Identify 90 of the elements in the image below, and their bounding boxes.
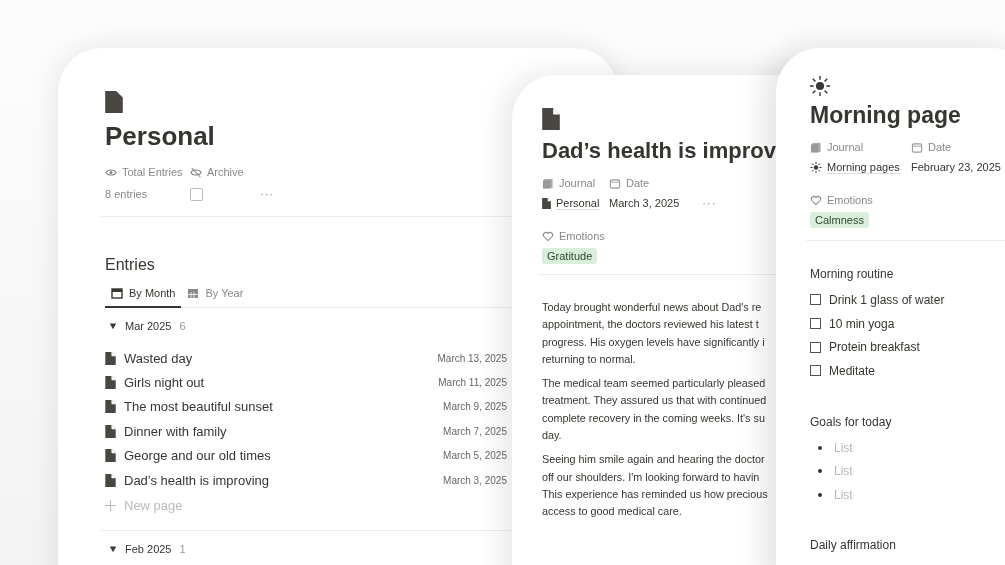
body-text-line: treatment. They assured us that with continued	[542, 393, 767, 409]
property-label: Date	[928, 141, 952, 153]
journal-icon	[810, 141, 822, 153]
group-label: Mar 2025	[125, 320, 172, 332]
expanded-triangle-icon[interactable]	[109, 322, 117, 330]
eye-icon	[105, 166, 117, 178]
section-heading: Daily affirmation	[810, 537, 897, 552]
todo-checkbox[interactable]	[810, 341, 821, 353]
heart-icon	[542, 230, 554, 242]
body-text-line: appointment, the doctors reviewed his latest t	[542, 317, 759, 333]
page-icon	[105, 473, 116, 487]
page-icon	[542, 197, 551, 209]
page-icon	[105, 400, 116, 414]
entry-title[interactable]: George and our old times	[124, 448, 444, 464]
page-icon	[105, 91, 123, 113]
entry-title[interactable]: Dad’s health is improving	[124, 472, 444, 488]
section-title: Entries	[105, 255, 155, 275]
view-tab[interactable]: By Month	[105, 283, 182, 308]
entry-date: March 13, 2025	[437, 352, 507, 364]
entry-title[interactable]: The most beautiful sunset	[124, 399, 444, 415]
section-heading: Morning routine	[810, 267, 895, 281]
page-icon	[105, 376, 116, 390]
more-button[interactable]: ···	[260, 188, 290, 200]
body-text-line: The medical team seemed particularly pleased	[542, 376, 766, 392]
calendar-icon	[911, 141, 923, 153]
entry-date: March 11, 2025	[438, 377, 507, 389]
property-label: Journal	[827, 141, 864, 153]
body-text-line: Today brought wonderful news about Dad's re	[542, 300, 762, 315]
emotion-tag: Gratitude	[542, 248, 598, 264]
view-tab[interactable]: By Year	[181, 283, 250, 308]
crossed-eye-icon	[190, 166, 202, 178]
journal-link[interactable]: Morning pages	[827, 160, 900, 174]
body-text-line: Seeing him smile again and hearing the doctor	[542, 452, 765, 468]
entry-date: March 7, 2025	[443, 425, 507, 437]
entry-title[interactable]: Girls night out	[124, 375, 439, 391]
journal-link[interactable]: Personal	[556, 196, 600, 210]
todo-checkbox[interactable]	[810, 365, 821, 377]
more-button[interactable]: ···	[702, 197, 717, 209]
page-title: Morning page	[810, 101, 961, 130]
sun-icon	[810, 76, 830, 96]
journal-icon	[542, 177, 554, 189]
body-text-line: complete recovery in the coming weeks. It's su	[542, 410, 765, 426]
property-label: Total Entries	[122, 166, 183, 178]
property-label: Journal	[559, 177, 596, 189]
date-value: March 3, 2025	[609, 197, 680, 209]
group-label: Feb 2025	[125, 543, 172, 556]
section-heading: Goals for today	[810, 414, 893, 429]
todo-label: Meditate	[829, 363, 876, 378]
heart-icon	[810, 194, 822, 206]
date-value: February 23, 2025	[911, 161, 1002, 173]
body-text-line: This experience has reminded us how precious	[542, 486, 768, 502]
calendar-grid-icon	[187, 287, 200, 299]
page-icon	[105, 351, 116, 365]
body-text-line: access to good medical care.	[542, 504, 682, 520]
entry-title[interactable]: Wasted day	[124, 350, 438, 366]
todo-label: Drink 1 glass of water	[829, 292, 945, 307]
page-icon	[105, 424, 116, 438]
body-text-line: day.	[542, 428, 562, 444]
group-count: 6	[179, 320, 186, 332]
sun-icon	[810, 161, 822, 173]
page-title: Dad’s health is improv	[542, 137, 776, 165]
page-icon	[105, 449, 116, 463]
plus-icon	[105, 499, 116, 511]
body-text-line: off our shoulders. I'm looking forward to havin	[542, 469, 760, 485]
todo-label: Protein breakfast	[829, 340, 920, 355]
bullet-icon	[818, 469, 822, 474]
property-label: Date	[626, 177, 650, 189]
entry-date: March 3, 2025	[443, 474, 507, 486]
calendar-icon	[609, 177, 621, 189]
todo-checkbox[interactable]	[810, 318, 821, 330]
calendar-icon	[111, 287, 123, 299]
archive-checkbox[interactable]	[190, 187, 203, 201]
property-label: Archive	[207, 166, 244, 178]
bullet-icon	[818, 445, 822, 450]
entry-title[interactable]: Dinner with family	[124, 423, 444, 439]
body-text-line: returning to normal.	[542, 351, 636, 367]
property-label: Emotions	[827, 194, 873, 206]
emotion-tag: Calmness	[810, 212, 869, 228]
group-count: 1	[179, 543, 186, 556]
todo-label: 10 min yoga	[829, 316, 895, 331]
todo-checkbox[interactable]	[810, 294, 821, 306]
entries-count: 8 entries	[105, 188, 149, 200]
page-icon	[542, 108, 560, 130]
body-text-line: progress. His oxygen levels have significantly i	[542, 334, 765, 350]
property-label: Emotions	[559, 230, 605, 242]
entry-date: March 9, 2025	[443, 401, 507, 413]
page-title: Personal	[105, 121, 215, 151]
bullet-icon	[818, 492, 822, 497]
expanded-triangle-icon[interactable]	[109, 545, 117, 554]
entry-date: March 5, 2025	[443, 450, 507, 462]
